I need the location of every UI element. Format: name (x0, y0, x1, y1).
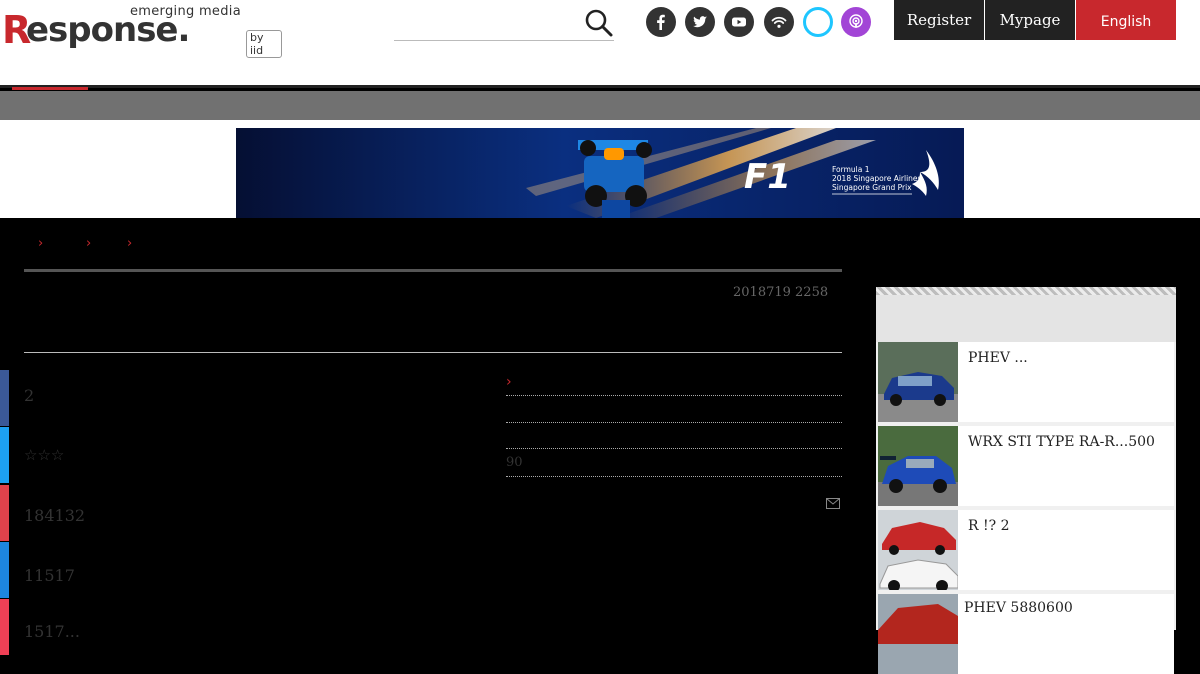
sidebar-stripe (876, 287, 1176, 295)
breadcrumb-chevron-icon: › (86, 236, 92, 251)
ad-line-1: Formula 1 (832, 165, 870, 174)
ranking-item[interactable]: WRX STI TYPE RA-R...500 (878, 426, 1174, 506)
rating-stars: ☆☆☆ (24, 446, 65, 464)
share-count: 11517 (24, 566, 75, 585)
ranking-item[interactable]: PHEV ... (878, 342, 1174, 422)
line-share-button[interactable] (0, 542, 9, 598)
ranking-title: PHEV ... (968, 350, 1028, 366)
share-count: 184132 (24, 506, 86, 525)
related-divider (506, 448, 842, 449)
ad-line-3: Singapore Grand Prix (832, 183, 912, 192)
share-count: 2 (24, 386, 35, 405)
mail-icon[interactable] (826, 498, 840, 509)
related-divider (506, 395, 842, 396)
ad-line-2: 2018 Singapore Airlines (832, 174, 922, 183)
related-chevron-icon: › (506, 374, 512, 390)
ranking-sidebar: PHEV ... WRX STI TYPE RA-R...500 R !? 2 … (876, 287, 1176, 674)
ranking-thumbnail (878, 510, 958, 590)
share-count: 1517... (24, 622, 80, 641)
pocket-share-button[interactable] (0, 599, 9, 655)
breadcrumb-chevron-icon: › (127, 236, 133, 251)
site-header: R esponse. emerging media by iid Registe… (0, 0, 1200, 88)
f1-ad-banner[interactable]: F1 Formula 1 2018 Singapore Airlines Sin… (236, 128, 964, 218)
f1-logo: F1 (744, 157, 791, 197)
register-button[interactable]: Register (894, 0, 984, 40)
search-input[interactable] (394, 10, 574, 36)
twitter-share-button[interactable] (0, 427, 9, 483)
article-divider (24, 352, 842, 353)
ranking-thumbnail (878, 594, 958, 674)
nav-active-indicator (12, 87, 88, 90)
navigation-bar (0, 91, 1200, 120)
ranking-item[interactable]: R !? 2 (878, 510, 1174, 590)
podcast-icon[interactable] (841, 7, 871, 37)
article-top-divider (24, 269, 842, 272)
ranking-title: PHEV 5880600 (964, 600, 1073, 616)
ranking-item[interactable]: PHEV 5880600 (878, 594, 1174, 674)
search-box (394, 6, 614, 41)
english-button[interactable]: English (1076, 0, 1176, 40)
ad-artwork: F1 Formula 1 2018 Singapore Airlines Sin… (236, 128, 964, 218)
logo-by-iid: by iid (246, 30, 282, 58)
ranking-thumbnail (878, 342, 958, 422)
twitter-icon[interactable] (685, 7, 715, 37)
related-divider (506, 476, 842, 477)
ad-area: F1 Formula 1 2018 Singapore Airlines Sin… (0, 120, 1200, 218)
publish-date: 2018719 2258 (733, 285, 829, 300)
ranking-header (876, 295, 1176, 342)
ranking-thumbnail (878, 426, 958, 506)
mypage-button[interactable]: Mypage (985, 0, 1075, 40)
logo-tagline: emerging media (130, 4, 241, 19)
breadcrumb-chevron-icon: › (38, 236, 44, 251)
facebook-share-button[interactable] (0, 370, 9, 426)
alexa-icon[interactable] (803, 7, 833, 37)
rss-icon[interactable] (764, 7, 794, 37)
response-logo[interactable]: R esponse. emerging media by iid (2, 4, 282, 58)
ranking-title: R !? 2 (968, 518, 1010, 534)
ranking-title: WRX STI TYPE RA-R...500 (968, 434, 1155, 450)
related-count: 90 (506, 455, 523, 470)
facebook-icon[interactable] (646, 7, 676, 37)
related-divider (506, 422, 842, 423)
hatena-share-button[interactable] (0, 485, 9, 541)
search-icon[interactable] (584, 8, 614, 38)
youtube-icon[interactable] (724, 7, 754, 37)
